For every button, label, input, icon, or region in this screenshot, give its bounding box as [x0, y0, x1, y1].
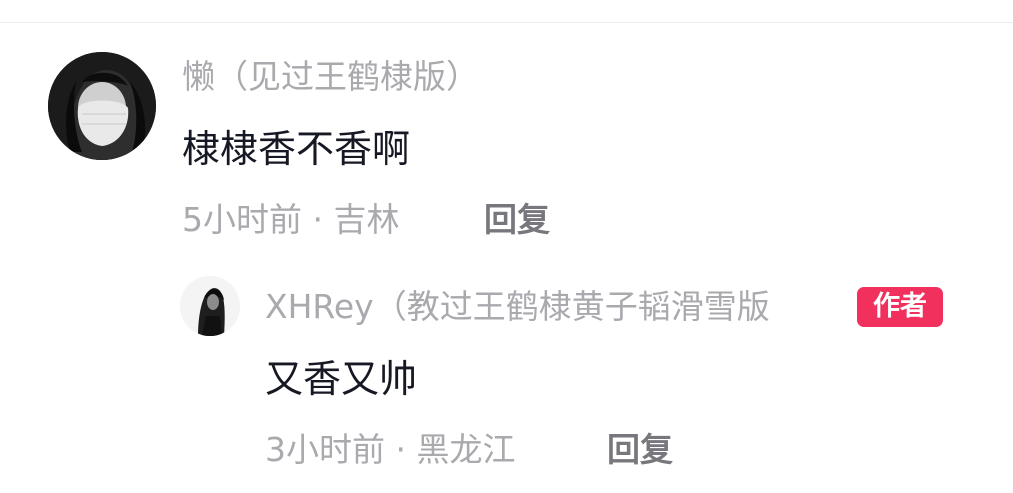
avatar-masked-person-icon — [48, 52, 156, 160]
reply-button[interactable]: 回复 — [484, 200, 550, 240]
comment-timestamp-location: 5小时前 · 吉林 — [182, 200, 400, 239]
reply-to-reply-button[interactable]: 回复 — [607, 430, 673, 470]
reply-text: 又香又帅 — [265, 357, 418, 401]
avatar-dark-figure-icon — [180, 276, 240, 336]
author-badge: 作者 — [857, 287, 943, 327]
comment-username[interactable]: 懒（见过王鹤棣版） — [182, 57, 479, 97]
reply-timestamp-location: 3小时前 · 黑龙江 — [265, 430, 516, 469]
reply-username[interactable]: XHRey（教过王鹤棣黄子韬滑雪版 — [265, 287, 770, 327]
comment-text: 棣棣香不香啊 — [182, 127, 411, 171]
reply-avatar[interactable] — [180, 276, 240, 336]
top-divider — [0, 22, 1013, 23]
avatar[interactable] — [48, 52, 156, 160]
